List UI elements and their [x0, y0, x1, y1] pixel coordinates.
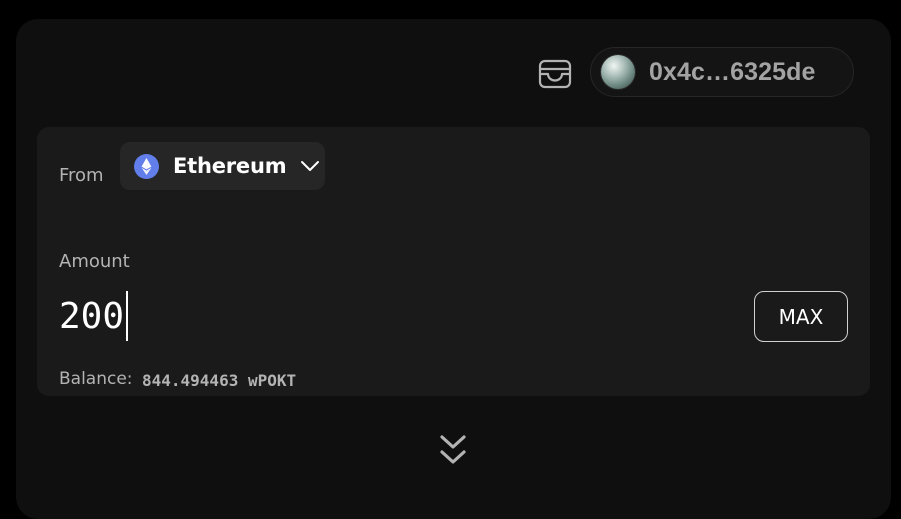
from-label: From — [59, 165, 104, 186]
double-chevron-down-icon — [440, 435, 466, 464]
amount-input[interactable] — [59, 290, 659, 342]
bridge-panel: 0x4c…6325de From Ethereum Amount 200 MAX… — [16, 19, 891, 519]
account-avatar — [601, 55, 635, 89]
chevron-down-icon — [300, 156, 320, 176]
chain-selector[interactable]: Ethereum — [120, 142, 325, 190]
amount-label: Amount — [59, 251, 130, 272]
max-button[interactable]: MAX — [754, 291, 848, 342]
wallet-button[interactable] — [537, 56, 573, 92]
account-button[interactable]: 0x4c…6325de — [590, 47, 854, 97]
from-card: From Ethereum Amount MAX Balance: — [37, 127, 870, 396]
wallet-icon — [538, 59, 572, 89]
balance-label: Balance: — [59, 369, 133, 389]
ethereum-icon — [134, 153, 159, 179]
swap-direction-button[interactable] — [436, 432, 470, 468]
account-address: 0x4c…6325de — [649, 57, 816, 86]
chain-name: Ethereum — [173, 154, 287, 178]
text-caret — [126, 291, 128, 341]
balance-value: 844.494463 wPOKT — [142, 371, 297, 390]
